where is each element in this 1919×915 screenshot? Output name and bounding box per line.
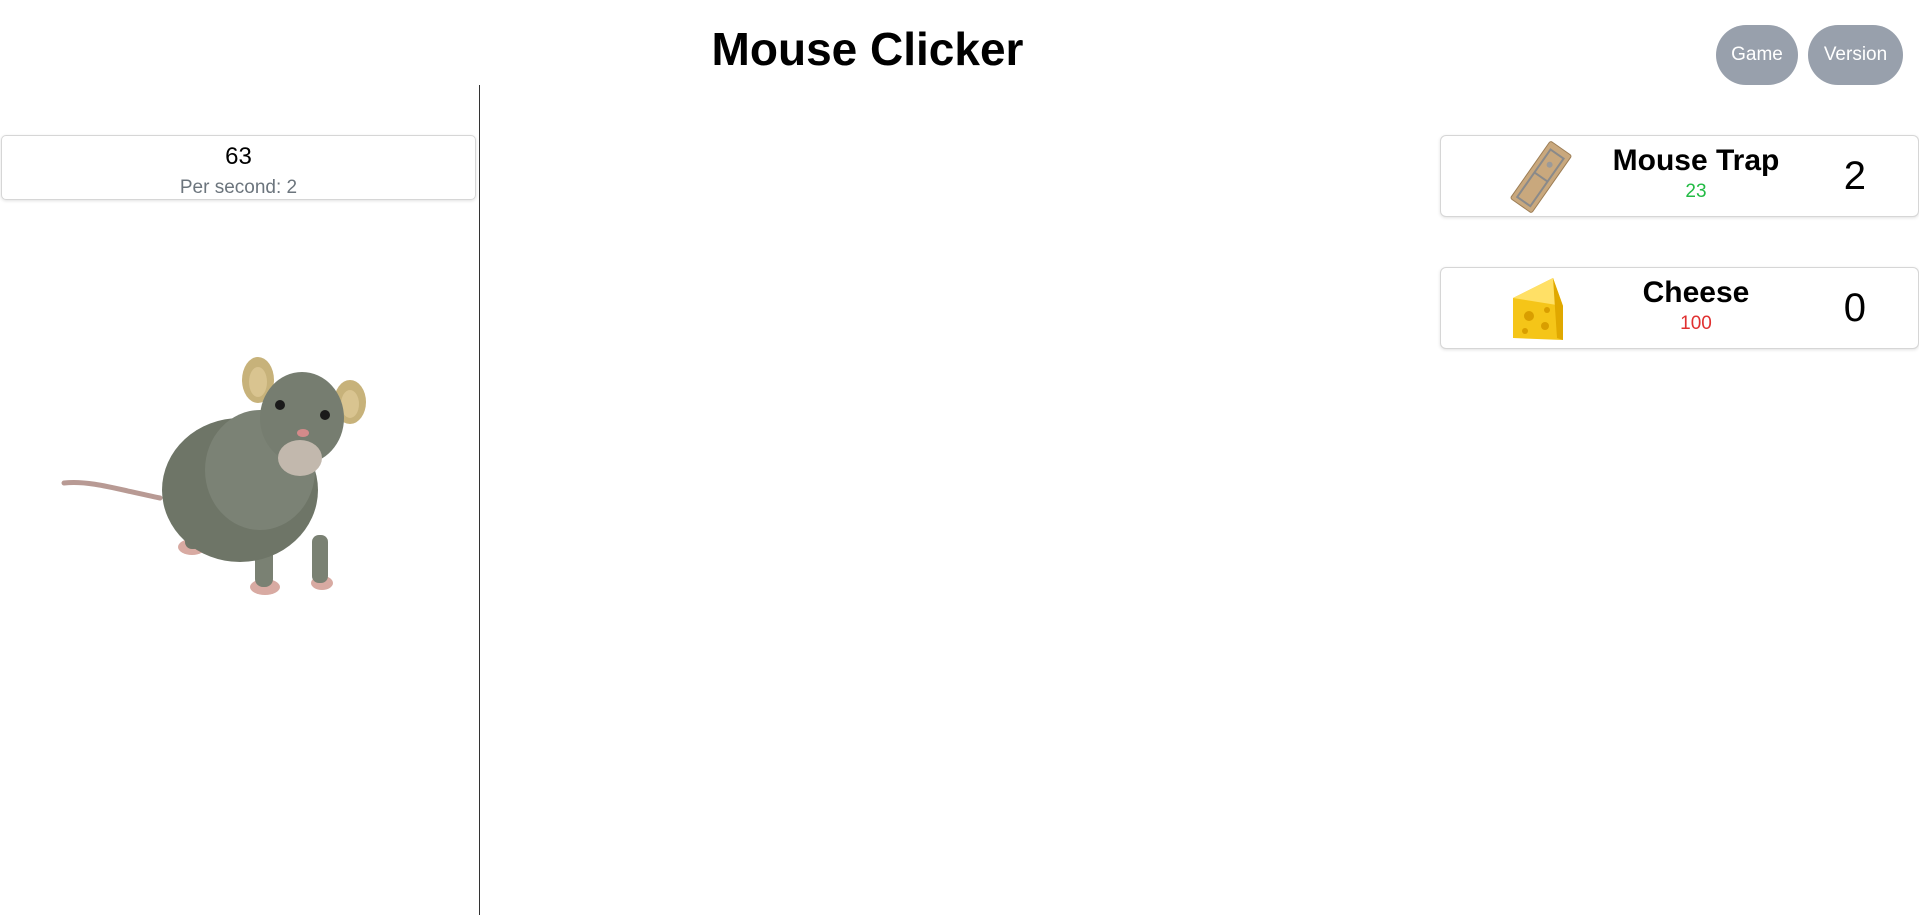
- per-second-text: Per second: 2: [2, 177, 475, 199]
- store-item-owned-count: 2: [1843, 154, 1866, 198]
- mouse-trap-icon: [1501, 136, 1581, 218]
- store-item-owned-count: 0: [1843, 286, 1866, 330]
- store-item-cost: 100: [1680, 313, 1712, 334]
- mouse-icon: [61, 357, 366, 595]
- store-item-name: Mouse Trap: [1612, 144, 1780, 177]
- cheese-icon: [1501, 268, 1581, 350]
- panel-divider: [479, 85, 480, 915]
- version-button[interactable]: Version: [1808, 25, 1903, 85]
- store-item-cheese[interactable]: Cheese 100 0: [1440, 267, 1919, 349]
- store-item-mouse-trap[interactable]: Mouse Trap 23 2: [1440, 135, 1919, 217]
- store-item-info: Cheese 100: [1601, 276, 1791, 335]
- per-second-value: 2: [286, 177, 298, 198]
- mouse-count: 63: [225, 143, 252, 170]
- clicker-panel: 63 Per second: 2: [0, 85, 479, 915]
- store-item-info: Mouse Trap 23: [1601, 144, 1791, 203]
- nav-buttons: Game Version: [1716, 25, 1903, 85]
- score-card: 63 Per second: 2: [1, 135, 476, 200]
- mouse-click-target[interactable]: [60, 340, 380, 630]
- game-button[interactable]: Game: [1716, 25, 1798, 85]
- store-item-cost: 23: [1685, 181, 1707, 202]
- store-item-name: Cheese: [1642, 276, 1750, 309]
- page-title: Mouse Clicker: [711, 23, 1024, 75]
- per-second-label: Per second:: [179, 177, 282, 198]
